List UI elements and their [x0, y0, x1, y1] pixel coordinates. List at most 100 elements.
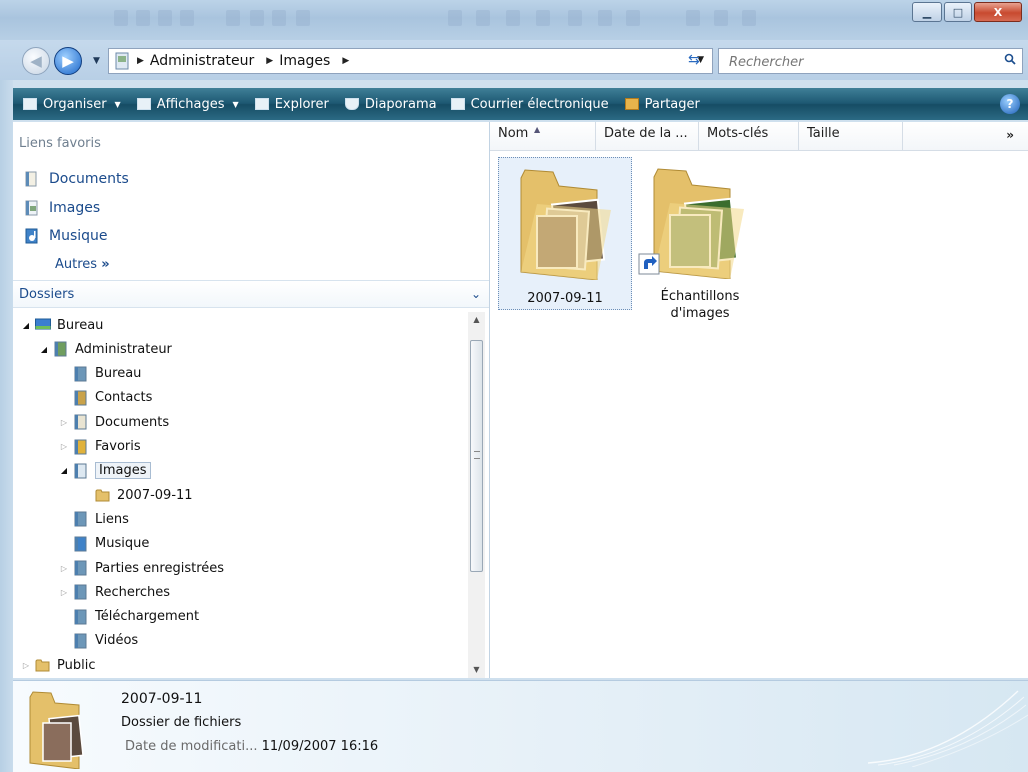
breadcrumb-separator[interactable]: ▶	[137, 56, 144, 66]
details-date-label: Date de modificati...	[125, 739, 258, 754]
details-modified-date: Date de modificati... 11/09/2007 16:16	[125, 739, 378, 754]
search-icon[interactable]	[1004, 53, 1016, 65]
column-header-nom[interactable]: ▲ Nom	[490, 122, 596, 150]
maximize-button[interactable]: □	[944, 2, 972, 22]
back-button[interactable]: ◀	[22, 47, 50, 75]
search-box[interactable]	[718, 48, 1023, 74]
tree-node[interactable]: ▷ Favoris	[59, 436, 141, 458]
tree-node[interactable]: Contacts	[59, 387, 152, 409]
scroll-up-button[interactable]: ▲	[468, 312, 485, 328]
collapsed-triangle-icon[interactable]: ▷	[59, 418, 69, 427]
email-button[interactable]: Courrier électronique	[450, 97, 609, 112]
breadcrumb-images[interactable]: Images	[279, 53, 330, 69]
address-field[interactable]: ▶ Administrateur ▶ Images ▶ ▼	[108, 48, 713, 74]
breadcrumb-separator[interactable]: ▶	[342, 56, 349, 66]
explorer-window: ▁ □ X ◀ ▶ ▼ ▶ Administrateur ▶ Images ▶ …	[0, 0, 1028, 772]
favorite-link-musique[interactable]: Musique	[25, 228, 108, 244]
share-button[interactable]: Partager	[624, 97, 700, 112]
double-chevron-icon: »	[101, 257, 110, 272]
decorative-icon	[180, 10, 194, 26]
diaporama-button[interactable]: Diaporama	[344, 97, 437, 112]
breadcrumb-administrateur[interactable]: Administrateur	[150, 53, 254, 69]
desktop-folder-icon	[74, 366, 87, 382]
folder-with-photos-icon	[520, 169, 611, 280]
file-item[interactable]: Échantillons d'images	[630, 157, 770, 327]
navigation-pane: Liens favoris Documents Images Musique A…	[13, 122, 490, 678]
tree-node[interactable]: 2007-09-11	[81, 484, 193, 506]
tree-node[interactable]: ◢ Images	[59, 460, 151, 482]
folders-header[interactable]: Dossiers ⌄	[13, 280, 489, 308]
column-header-taille[interactable]: Taille	[799, 122, 903, 150]
tree-node[interactable]: ▷ Documents	[59, 411, 169, 433]
recent-pages-dropdown[interactable]: ▼	[93, 56, 100, 66]
tree-node[interactable]: Liens	[59, 508, 129, 530]
organiser-button[interactable]: Organiser ▼	[23, 97, 121, 112]
affichages-button[interactable]: Affichages ▼	[136, 97, 239, 112]
tree-node[interactable]: ◢ Administrateur	[39, 338, 172, 360]
tree-node[interactable]: ▷ Public	[21, 654, 96, 676]
favorite-link-documents[interactable]: Documents	[25, 171, 129, 187]
decorative-icon	[272, 10, 286, 26]
collapsed-triangle-icon[interactable]: ▷	[59, 442, 69, 451]
tree-node-label: Documents	[95, 414, 170, 430]
collapsed-triangle-icon[interactable]: ▷	[59, 564, 69, 573]
scrollbar-thumb[interactable]	[470, 340, 483, 572]
folders-header-label: Dossiers	[19, 287, 75, 302]
decorative-icon	[714, 10, 728, 26]
tree-node[interactable]: Vidéos	[59, 630, 138, 652]
title-bar[interactable]: ▁ □ X	[0, 0, 1028, 40]
chevron-down-icon[interactable]: ⌄	[471, 287, 481, 301]
tree-node[interactable]: Bureau	[59, 363, 141, 385]
tree-node-label: Bureau	[57, 317, 104, 333]
decorative-icon	[626, 10, 640, 26]
close-button[interactable]: X	[974, 2, 1022, 22]
tree-node[interactable]: ▷ Parties enregistrées	[59, 557, 224, 579]
column-header-label: Date de la ...	[604, 126, 688, 141]
help-icon[interactable]: ?	[1000, 94, 1020, 114]
favorite-links-header: Liens favoris	[19, 136, 101, 151]
details-pane: 2007-09-11 Dossier de fichiers Date de m…	[13, 680, 1028, 772]
decorative-icon	[136, 10, 150, 26]
expanded-triangle-icon[interactable]: ◢	[59, 466, 69, 475]
search-input[interactable]	[727, 52, 991, 72]
tree-scrollbar[interactable]: ▲ ▼	[468, 312, 485, 678]
column-header-date[interactable]: Date de la ...	[596, 122, 699, 150]
details-date-value: 11/09/2007 16:16	[261, 739, 379, 754]
tree-node[interactable]: ▷ Recherches	[59, 581, 170, 603]
refresh-icon[interactable]: ⇆	[688, 52, 700, 68]
more-links-button[interactable]: Autres »	[55, 257, 110, 272]
more-columns-icon[interactable]: »	[1006, 128, 1014, 142]
minimize-button[interactable]: ▁	[912, 2, 942, 22]
tree-node[interactable]: ◢ Bureau	[21, 314, 104, 336]
folder-icon	[35, 659, 50, 672]
tree-node[interactable]: Téléchargement	[59, 606, 199, 628]
expanded-triangle-icon[interactable]: ◢	[39, 345, 49, 354]
music-icon	[74, 536, 87, 552]
favorite-link-label: Images	[49, 200, 101, 216]
decorative-icon	[476, 10, 490, 26]
decorative-icon	[568, 10, 582, 26]
decorative-icon	[296, 10, 310, 26]
column-header-mots-cles[interactable]: Mots-clés	[699, 122, 799, 150]
expanded-triangle-icon[interactable]: ◢	[21, 321, 31, 330]
tree-node-label: Bureau	[95, 366, 142, 382]
window-frame	[0, 80, 13, 772]
file-item[interactable]: 2007-09-11	[498, 157, 632, 310]
collapsed-triangle-icon[interactable]: ▷	[21, 661, 31, 670]
decorative-swoosh	[867, 690, 1028, 767]
content-pane: ▲ Nom Date de la ... Mots-clés Taille » 2…	[490, 122, 1028, 678]
favorite-link-images[interactable]: Images	[25, 200, 100, 216]
scroll-down-button[interactable]: ▼	[468, 662, 485, 678]
contacts-icon	[74, 390, 87, 406]
tree-node-label: Favoris	[95, 439, 141, 454]
tree-node[interactable]: Musique	[59, 533, 149, 555]
decorative-icon	[114, 10, 128, 26]
decorative-icon	[598, 10, 612, 26]
collapsed-triangle-icon[interactable]: ▷	[59, 588, 69, 597]
forward-button[interactable]: ▶	[54, 47, 82, 75]
folder-tree: ◢ Bureau ◢ Administrateur Bureau Contacts ▷ Doc…	[13, 312, 465, 678]
tree-node-label: Musique	[95, 536, 150, 552]
decorative-icon	[686, 10, 700, 26]
breadcrumb-separator[interactable]: ▶	[266, 56, 273, 66]
explorer-button[interactable]: Explorer	[254, 97, 329, 112]
